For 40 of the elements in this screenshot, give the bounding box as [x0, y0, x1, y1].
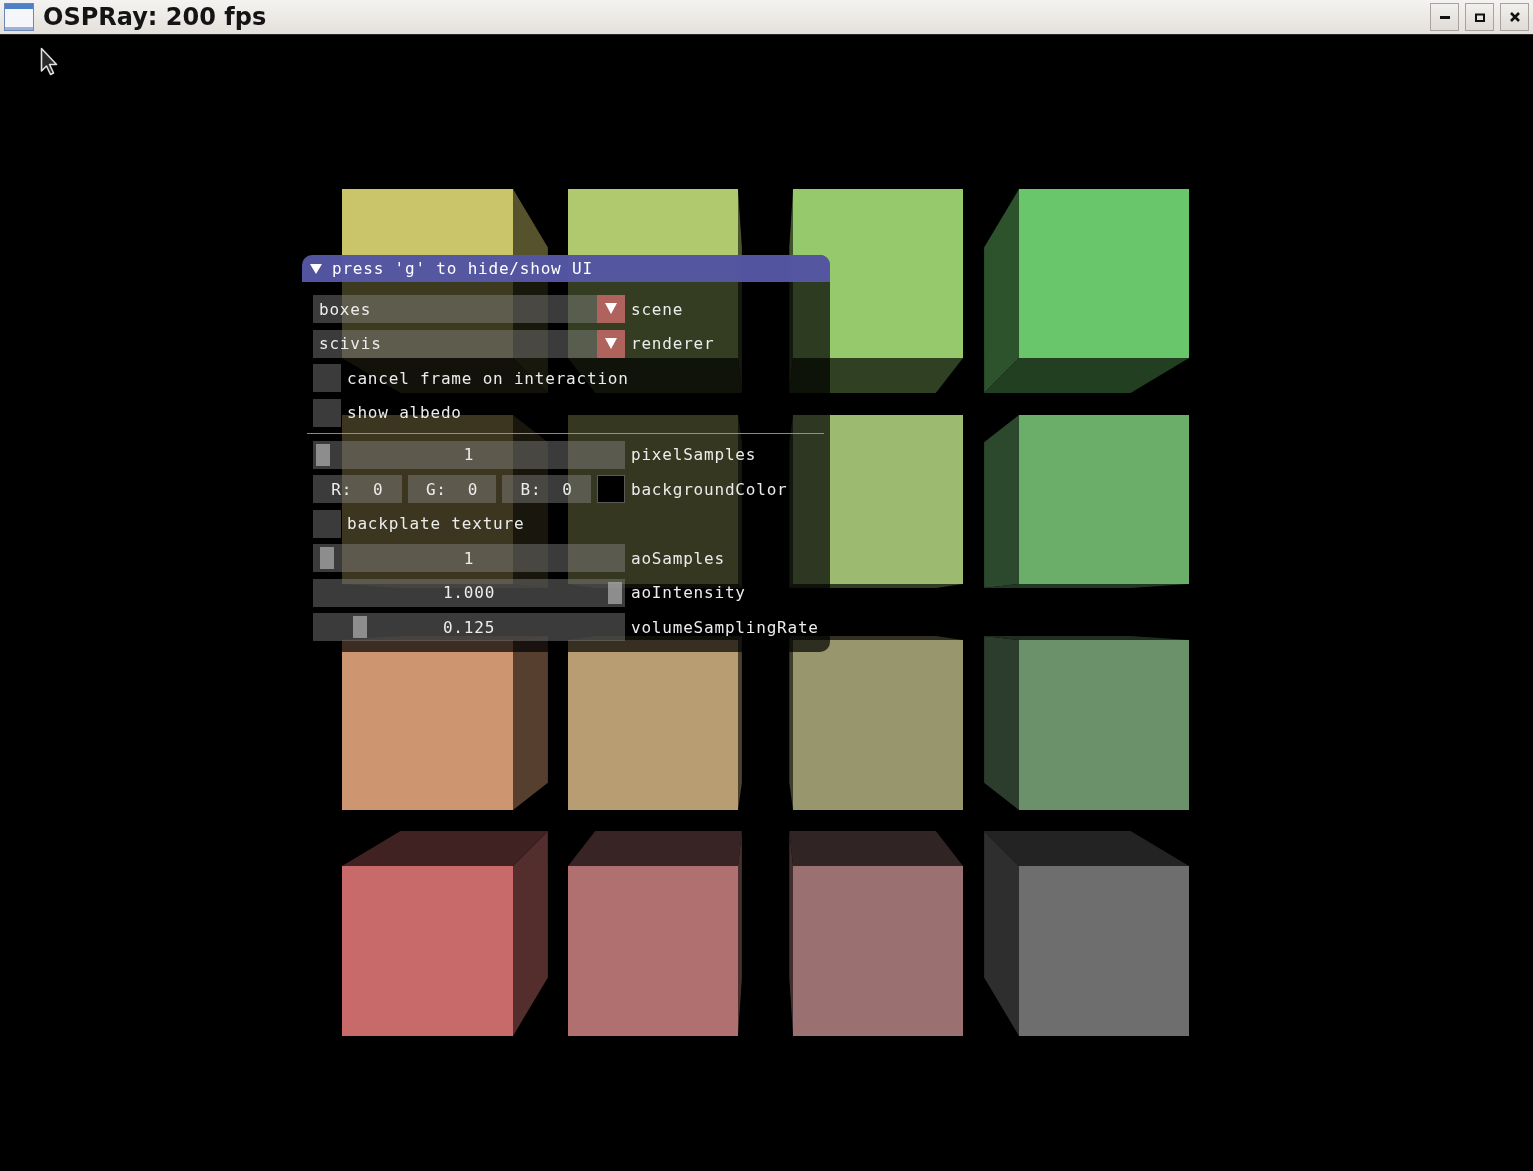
checkbox[interactable] — [313, 364, 341, 392]
control-label: pixelSamples — [631, 445, 757, 464]
checkbox[interactable] — [313, 398, 341, 427]
dropdown[interactable]: scivis — [313, 329, 625, 358]
number-field[interactable]: B: 0 — [502, 475, 591, 503]
checkbox-label: backplate texture — [347, 514, 525, 533]
panel-title: press 'g' to hide/show UI — [332, 259, 593, 278]
slider-handle[interactable] — [316, 443, 330, 466]
minimize-button[interactable] — [1430, 3, 1459, 31]
minimize-icon — [1439, 15, 1450, 19]
caret-down-icon — [597, 295, 625, 323]
number-field[interactable]: R: 0 — [313, 475, 402, 503]
slider-handle[interactable] — [352, 616, 367, 638]
control-label: volumeSamplingRate — [631, 617, 819, 637]
maximize-icon — [1474, 12, 1485, 22]
control-label: aoSamples — [631, 548, 725, 568]
slider[interactable]: 1.000 — [313, 578, 625, 607]
caret-down-icon — [597, 329, 625, 358]
mouse-cursor-icon — [40, 47, 60, 76]
close-button[interactable] — [1500, 3, 1529, 31]
close-icon — [1509, 12, 1520, 22]
slider[interactable]: 1 — [313, 440, 625, 469]
checkbox-label: cancel frame on interaction — [347, 368, 629, 388]
color-swatch-icon[interactable] — [597, 475, 625, 503]
control-label: renderer — [631, 334, 715, 353]
control-label: backgroundColor — [631, 479, 788, 499]
window-title: OSPRay: 200 fps — [43, 3, 267, 31]
maximize-button[interactable] — [1465, 3, 1494, 31]
checkbox[interactable] — [313, 509, 341, 538]
control-label: aoIntensity — [631, 583, 746, 602]
collapse-triangle-icon[interactable] — [310, 262, 322, 275]
control-label: scene — [631, 299, 684, 319]
slider-handle[interactable] — [320, 547, 335, 569]
window-icon — [4, 3, 34, 31]
checkbox-label: show albedo — [347, 403, 462, 422]
slider-handle[interactable] — [608, 581, 622, 604]
slider[interactable]: 0.125 — [313, 613, 625, 641]
number-field[interactable]: G: 0 — [407, 475, 497, 503]
slider[interactable]: 1 — [313, 544, 625, 572]
dropdown[interactable]: boxes — [313, 295, 625, 323]
